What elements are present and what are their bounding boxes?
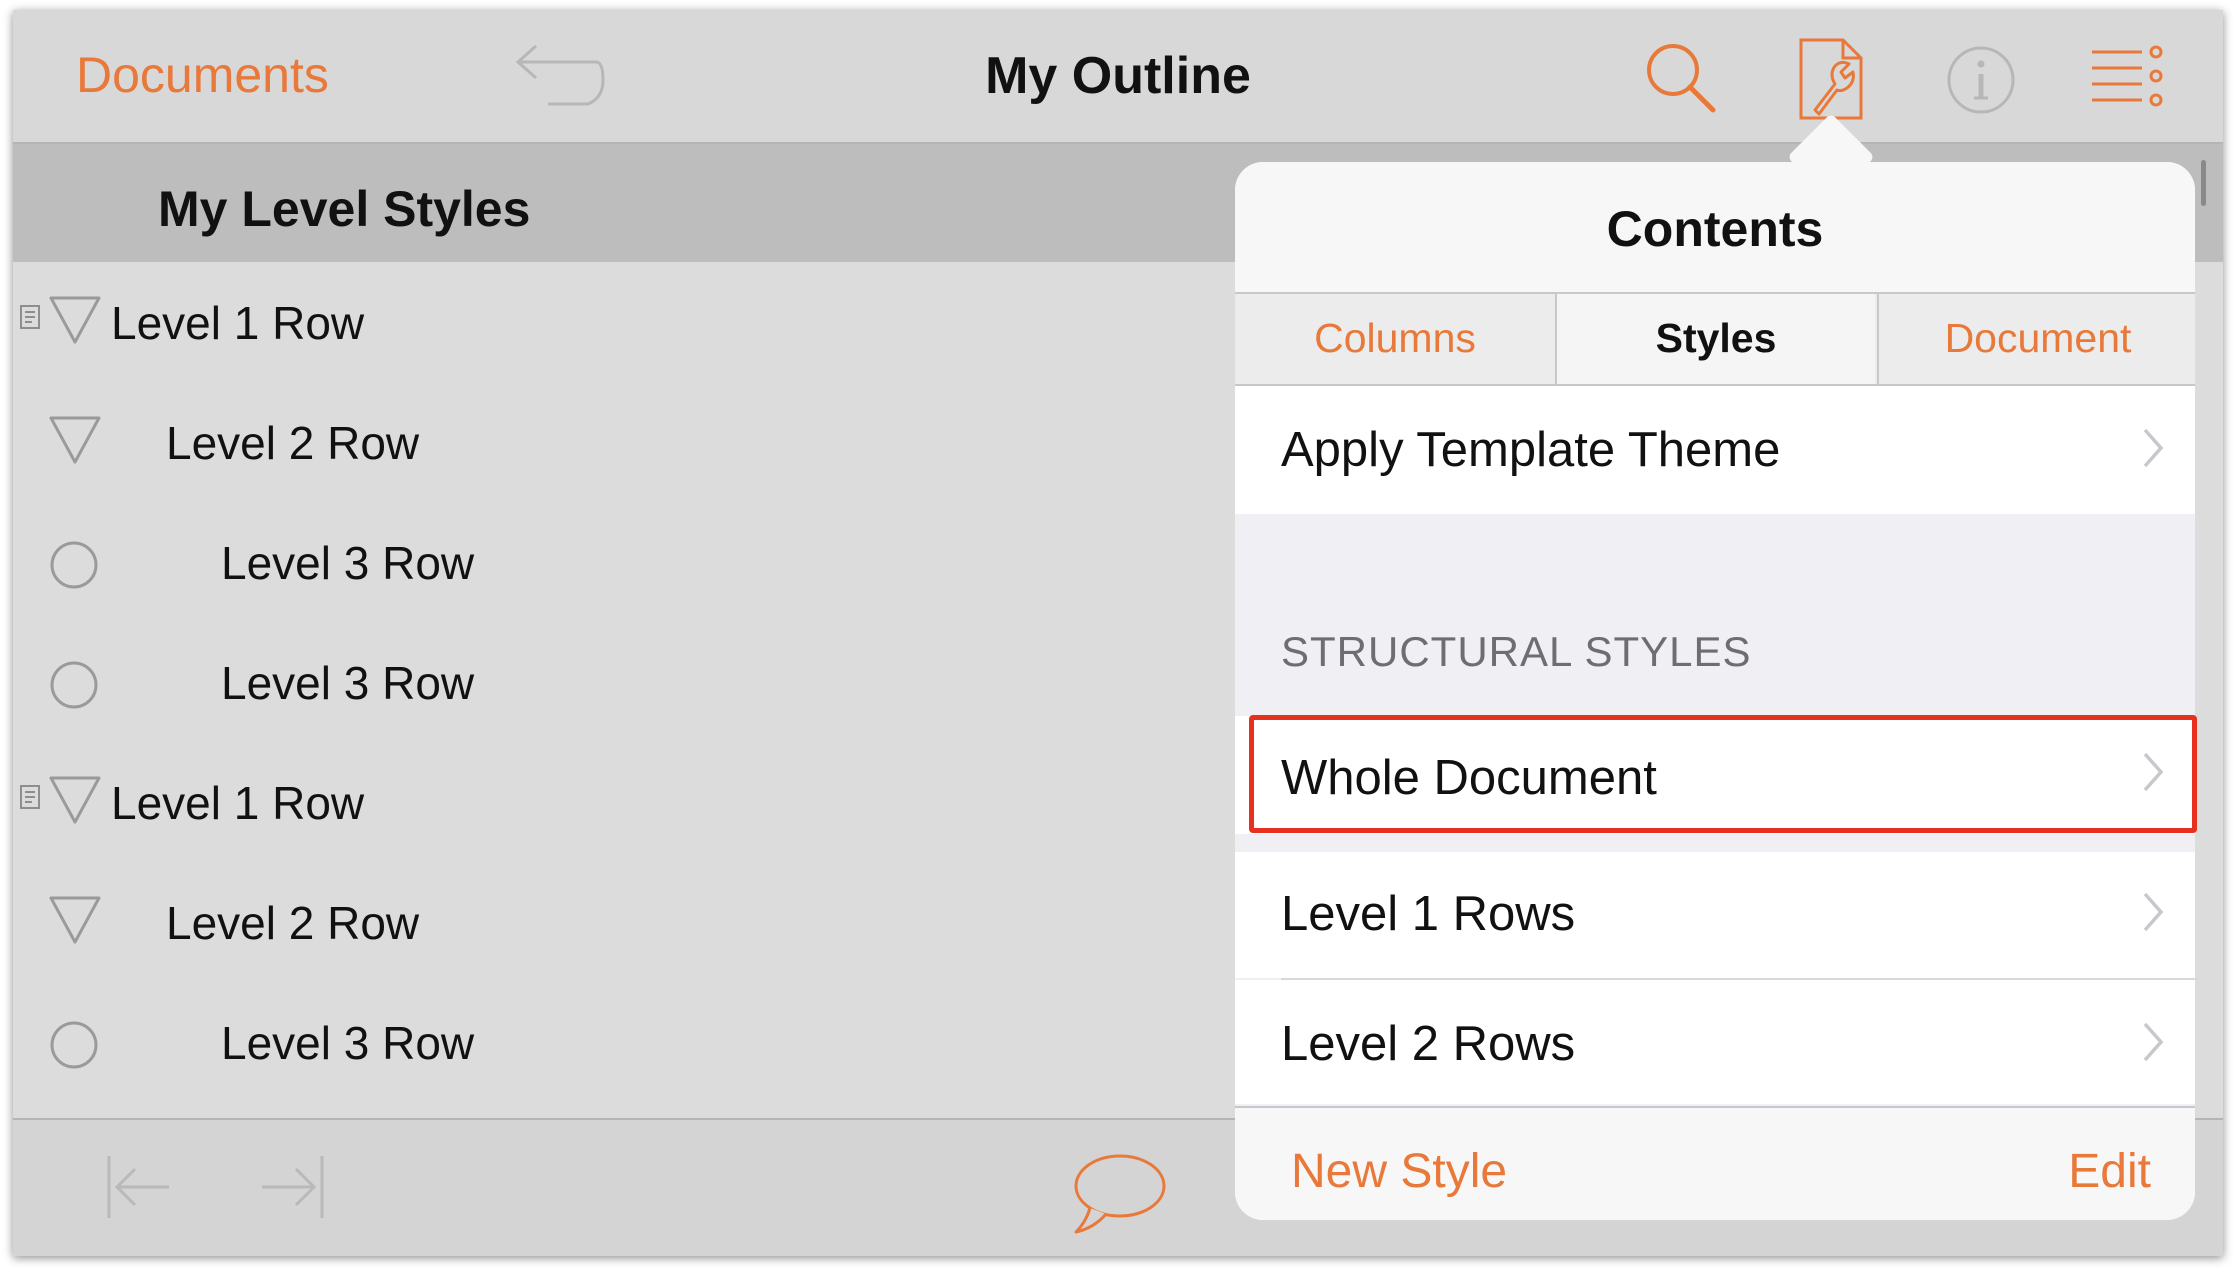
style-cell-level-1-rows[interactable]: Level 1 Rows (1235, 852, 2195, 978)
indent-icon (262, 1156, 324, 1218)
undo-icon (515, 44, 605, 106)
chevron-right-icon (2143, 428, 2164, 468)
disclosure-triangle-icon[interactable] (47, 774, 103, 831)
row-label[interactable]: Level 3 Row (221, 656, 474, 710)
highlight-box (1249, 715, 2197, 833)
outline-row[interactable]: Level 1 Row (13, 742, 1233, 862)
list-settings-button[interactable] (2088, 42, 2168, 114)
popover-title: Contents (1606, 201, 1824, 257)
indent-button[interactable] (258, 1152, 328, 1227)
outdent-button[interactable] (103, 1152, 173, 1227)
row-label[interactable]: Level 1 Row (111, 776, 364, 830)
info-icon (1947, 46, 2015, 114)
tab-document[interactable]: Document (1877, 294, 2195, 384)
apply-template-theme-cell[interactable]: Apply Template Theme (1235, 386, 2195, 514)
row-label[interactable]: Level 1 Row (111, 296, 364, 350)
comment-button[interactable] (1068, 1152, 1168, 1243)
info-button[interactable] (1941, 40, 2021, 120)
outline-row[interactable]: Level 3 Row (13, 502, 1233, 622)
disclosure-triangle-icon[interactable] (47, 894, 103, 951)
section-title: My Level Styles (158, 181, 531, 237)
new-style-button[interactable]: New Style (1291, 1144, 1507, 1199)
app-window: Documents My Outline My Level Styles Lev… (13, 10, 2223, 1256)
outline-row[interactable]: Level 3 Row (13, 622, 1233, 742)
note-icon[interactable] (19, 304, 41, 335)
popover-footer: New Style Edit (1235, 1106, 2195, 1220)
tab-columns[interactable]: Columns (1235, 294, 1557, 384)
outline-row[interactable]: Level 2 Row (13, 382, 1233, 502)
tab-styles[interactable]: Styles (1557, 294, 1875, 384)
document-title: My Outline (985, 47, 1251, 105)
documents-button[interactable]: Documents (76, 46, 329, 104)
circle-bullet-icon[interactable] (49, 1020, 99, 1075)
contents-popover: Contents Columns Styles Document Apply T… (1235, 162, 2195, 1220)
disclosure-triangle-icon[interactable] (47, 294, 103, 351)
scroll-indicator[interactable] (2201, 160, 2206, 206)
cell-label: Level 1 Rows (1281, 887, 1576, 941)
row-label[interactable]: Level 2 Row (166, 896, 419, 950)
outline-row[interactable]: Level 2 Row (13, 862, 1233, 982)
cell-label: Apply Template Theme (1281, 423, 1781, 477)
contents-inspector-icon (1799, 38, 1863, 120)
row-label[interactable]: Level 2 Row (166, 416, 419, 470)
chevron-right-icon (2143, 1022, 2164, 1062)
list-settings-icon (2092, 45, 2163, 107)
navigation-bar: Documents My Outline (13, 10, 2223, 144)
outline-row[interactable]: Level 3 Row (13, 982, 1233, 1102)
popover-header: Contents (1235, 162, 2195, 294)
structural-styles-header: STRUCTURAL STYLES (1281, 628, 1752, 675)
row-label[interactable]: Level 3 Row (221, 536, 474, 590)
undo-button[interactable] (508, 40, 608, 120)
note-icon[interactable] (19, 784, 41, 815)
outline-row[interactable]: Level 1 Row (13, 262, 1233, 382)
cell-label: Level 2 Rows (1281, 1017, 1576, 1071)
comment-icon (1074, 1154, 1166, 1234)
circle-bullet-icon[interactable] (49, 540, 99, 595)
contents-inspector-button[interactable] (1795, 34, 1867, 124)
chevron-right-icon (2143, 892, 2164, 932)
edit-button[interactable]: Edit (2068, 1144, 2151, 1199)
outdent-icon (107, 1156, 169, 1218)
circle-bullet-icon[interactable] (49, 660, 99, 715)
style-cell-level-2-rows[interactable]: Level 2 Rows (1235, 980, 2195, 1104)
search-icon (1647, 44, 1716, 113)
row-label[interactable]: Level 3 Row (221, 1016, 474, 1070)
disclosure-triangle-icon[interactable] (47, 414, 103, 471)
segmented-control: Columns Styles Document (1235, 294, 2195, 386)
search-button[interactable] (1641, 38, 1721, 118)
